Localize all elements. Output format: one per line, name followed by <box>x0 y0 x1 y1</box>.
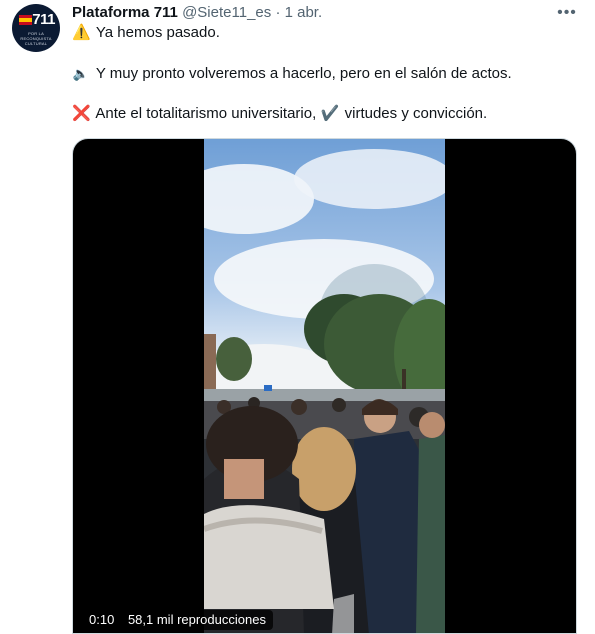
more-horizontal-icon[interactable]: ••• <box>556 3 578 23</box>
speaker-icon: 🔈 <box>72 66 90 81</box>
video-duration: 0:10 <box>89 612 115 627</box>
author-name[interactable]: Plataforma 711 <box>72 4 178 21</box>
tweet-text: Ante el totalitarismo universitario, <box>95 105 317 122</box>
tweet-text-line-3: ❌ Ante el totalitarismo universitario, ✔… <box>72 104 487 124</box>
warning-icon: ⚠️ <box>72 24 91 41</box>
tweet-text-line-2: 🔈 Y muy pronto volveremos a hacerlo, per… <box>72 64 512 84</box>
video-views: 58,1 mil reproducciones <box>127 612 266 627</box>
tweet[interactable]: 711 POR LA RECONQUISTA CULTURAL Platafor… <box>0 0 595 634</box>
tweet-text-line-1: ⚠️ Ya hemos pasado. <box>72 23 220 43</box>
video-frame[interactable] <box>204 139 445 633</box>
author-avatar[interactable]: 711 POR LA RECONQUISTA CULTURAL <box>12 4 60 52</box>
video-thumbnail <box>204 149 445 633</box>
tweet-header: Plataforma 711 @Siete11_es · 1 abr. <box>72 4 322 22</box>
tweet-text: virtudes y convicción. <box>344 105 488 122</box>
author-handle[interactable]: @Siete11_es <box>182 4 271 21</box>
separator-dot: · <box>275 4 281 21</box>
tweet-text: Y muy pronto volveremos a hacerlo, pero … <box>95 65 512 82</box>
tweet-text: Ya hemos pasado. <box>95 24 220 41</box>
tweet-timestamp[interactable]: 1 abr. <box>285 4 323 21</box>
logo-tagline: POR LA RECONQUISTA CULTURAL <box>20 31 52 46</box>
video-stats-badge: 0:10 58,1 mil reproducciones <box>82 610 273 630</box>
check-mark-icon: ✔️ <box>320 105 340 122</box>
video-player[interactable] <box>72 138 577 634</box>
logo-text: 711 <box>32 11 55 28</box>
cross-mark-icon: ❌ <box>72 105 91 122</box>
